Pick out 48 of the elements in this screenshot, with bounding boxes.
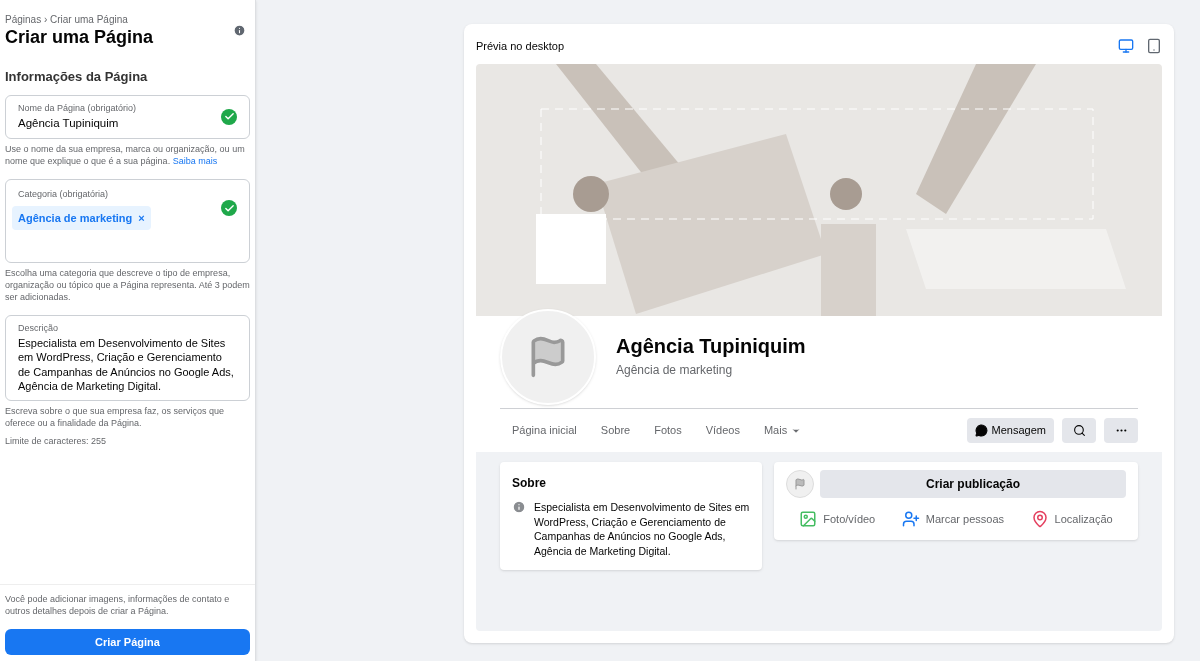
field-label: Descrição bbox=[18, 322, 59, 336]
page-tab[interactable]: Página inicial bbox=[500, 422, 589, 439]
breadcrumb: Páginas › Criar uma Página bbox=[5, 13, 129, 27]
mobile-icon[interactable] bbox=[1146, 38, 1162, 54]
field-value: Agência Tupiniquim bbox=[18, 116, 120, 131]
page-tab[interactable]: Fotos bbox=[642, 422, 694, 439]
message-button[interactable]: Mensagem bbox=[966, 418, 1054, 443]
about-text: Especialista em Desenvolvimento de Sites em WordPress, Criação e Gerenciamento de Campanhas de Anúncios no Google Ads, Agência de Marketing Digital. bbox=[534, 500, 750, 558]
category-chip[interactable]: Agência de marketing × bbox=[12, 205, 151, 231]
field-label: Nome da Página (obrigatório) bbox=[18, 101, 137, 115]
page-title: Criar uma Página bbox=[5, 27, 154, 47]
person-tag-icon bbox=[901, 510, 920, 528]
preview-title: Prévia no desktop bbox=[476, 38, 565, 54]
remove-chip-button[interactable]: × bbox=[138, 209, 145, 227]
field-label: Categoria (obrigatória) bbox=[18, 188, 110, 202]
page-category: Agência de marketing bbox=[616, 362, 734, 379]
search-button[interactable] bbox=[1062, 418, 1096, 443]
messenger-icon bbox=[974, 424, 988, 437]
composer-action[interactable]: Marcar pessoas bbox=[901, 510, 1005, 528]
character-limit: Limite de caracteres: 255 bbox=[5, 434, 108, 448]
category-field[interactable]: Categoria (obrigatória) Agência de marketing × bbox=[5, 179, 250, 264]
composer-action[interactable]: Foto/vídeo bbox=[799, 510, 876, 528]
valid-check-icon bbox=[221, 200, 237, 217]
desktop-icon[interactable] bbox=[1118, 38, 1134, 54]
help-text: Use o nome da sua empresa, marca ou organização, ou um nome que explique o que é a sua página. Saiba mais bbox=[5, 143, 246, 168]
create-post-button[interactable]: Criar publicação bbox=[820, 470, 1126, 498]
learn-more-link[interactable]: Saiba mais bbox=[172, 156, 218, 167]
page-tab[interactable]: Sobre bbox=[588, 422, 643, 439]
search-icon bbox=[1072, 424, 1086, 437]
section-title: Informações da Página bbox=[5, 68, 149, 86]
create-page-button[interactable]: Criar Página bbox=[5, 629, 250, 655]
about-title: Sobre bbox=[512, 475, 547, 492]
help-text: Escreva sobre o que sua empresa faz, os serviços que oferece ou a finalidade da Página. bbox=[5, 404, 226, 429]
field-value: Especialista em Desenvolvimento de Sites em WordPress, Criação e Gerenciamento de Campanhas de Anúncios no Google Ads, Agência de Marketing Digital. bbox=[18, 335, 235, 394]
page-tab[interactable]: Mais bbox=[751, 422, 814, 439]
page-name: Agência Tupiniquim bbox=[616, 334, 806, 359]
composer-action[interactable]: Localização bbox=[1030, 510, 1113, 528]
page-tab[interactable]: Vídeos bbox=[693, 422, 752, 439]
footer-note: Você pode adicionar imagens, informações de contato e outros detalhes depois de criar a Página. bbox=[5, 593, 231, 617]
page-name-field[interactable]: Nome da Página (obrigatório) Agência Tupiniquim bbox=[5, 94, 250, 140]
location-pin-icon bbox=[1030, 510, 1049, 528]
composer-avatar bbox=[786, 470, 814, 498]
description-field[interactable]: Descrição Especialista em Desenvolvimento de Sites em WordPress, Criação e Gerenciamento de Campanhas de Anúncios no Google Ads, Agência de Marketing Digital. bbox=[5, 315, 250, 401]
photo-icon bbox=[799, 510, 818, 528]
info-icon bbox=[512, 500, 526, 514]
info-icon bbox=[233, 24, 246, 37]
help-text: Escolha uma categoria que descreve o tipo de empresa, organização ou tópico que a Página representa. Até 3 podem ser adicionadas. bbox=[5, 267, 250, 304]
valid-check-icon bbox=[221, 108, 237, 125]
